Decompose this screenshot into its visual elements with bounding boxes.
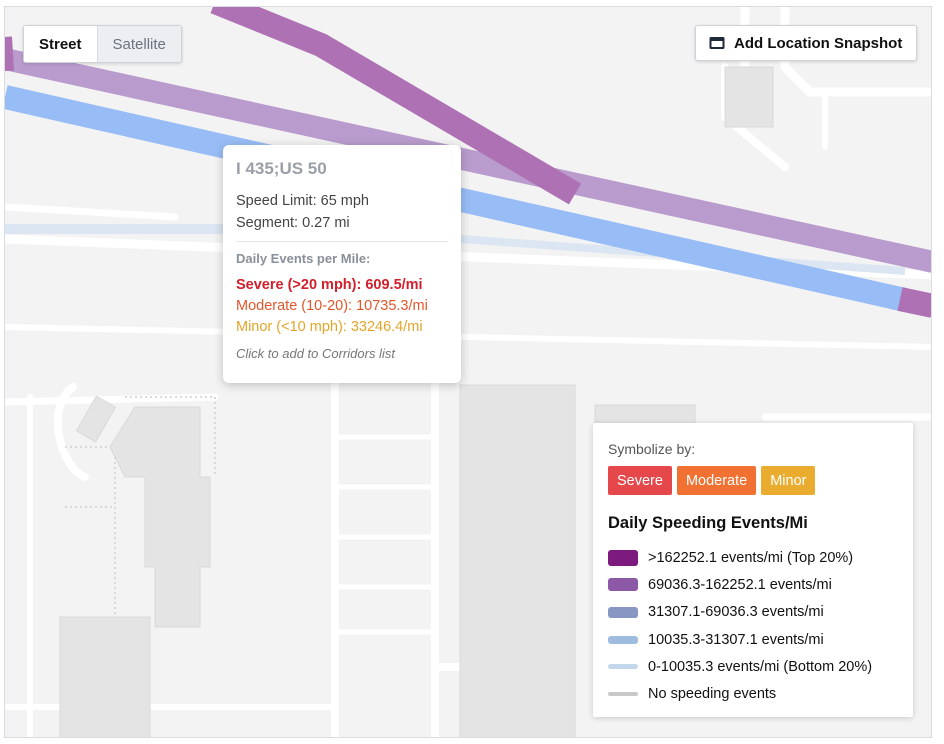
legend-swatch [608,635,638,644]
popup-divider [236,241,448,242]
legend-swatch [608,606,638,618]
legend-row: No speeding events [608,680,898,707]
legend-label: 0-10035.3 events/mi (Bottom 20%) [648,658,873,675]
street-view-option[interactable]: Street [24,26,97,62]
legend-row: 31307.1-69036.3 events/mi [608,599,898,626]
legend-label: >162252.1 events/mi (Top 20%) [648,549,854,566]
popup-hint: Click to add to Corridors list [236,346,395,361]
snapshot-button-label: Add Location Snapshot [734,34,903,52]
symbolize-minor-button[interactable]: Minor [761,466,816,495]
symbolize-label: Symbolize by: [608,441,696,457]
legend-panel: Symbolize by: Severe Moderate Minor Dail… [593,423,913,717]
legend-label: 31307.1-69036.3 events/mi [648,604,824,621]
legend-row: 0-10035.3 events/mi (Bottom 20%) [608,653,898,680]
symbolize-severe-button[interactable]: Severe [608,466,672,495]
popup-moderate-rate: Moderate (10-20): 10735.3/mi [236,298,428,314]
map-view-toggle[interactable]: Street Satellite [23,25,182,63]
segment-popup[interactable]: I 435;US 50 Speed Limit: 65 mph Segment:… [223,145,461,383]
legend-row: 69036.3-162252.1 events/mi [608,571,898,598]
popup-subtitle: Daily Events per Mile: [236,251,371,266]
legend-swatch [608,664,638,670]
popup-speed-limit: Speed Limit: 65 mph [236,193,369,209]
popup-severe-rate: Severe (>20 mph): 609.5/mi [236,277,423,293]
legend-swatch [608,692,638,697]
satellite-view-option[interactable]: Satellite [96,26,181,62]
add-location-snapshot-button[interactable]: Add Location Snapshot [695,25,917,61]
legend-label: No speeding events [648,686,777,703]
map-frame[interactable]: Street Satellite Add Location Snapshot I… [4,6,932,738]
legend-row: >162252.1 events/mi (Top 20%) [608,544,898,571]
popup-title: I 435;US 50 [236,159,327,178]
image-icon [709,36,725,50]
popup-segment-length: Segment: 0.27 mi [236,215,350,231]
symbolize-moderate-button[interactable]: Moderate [676,466,757,495]
legend-label: 69036.3-162252.1 events/mi [648,576,832,593]
symbolize-buttons: Severe Moderate Minor [608,466,898,495]
popup-minor-rate: Minor (<10 mph): 33246.4/mi [236,319,423,335]
legend-heading: Daily Speeding Events/Mi [608,514,808,532]
legend-swatch [608,549,638,566]
road-segment-magenta-east [897,287,931,318]
legend-swatch [608,578,638,592]
legend-label: 10035.3-31307.1 events/mi [648,631,824,648]
legend-row: 10035.3-31307.1 events/mi [608,626,898,653]
